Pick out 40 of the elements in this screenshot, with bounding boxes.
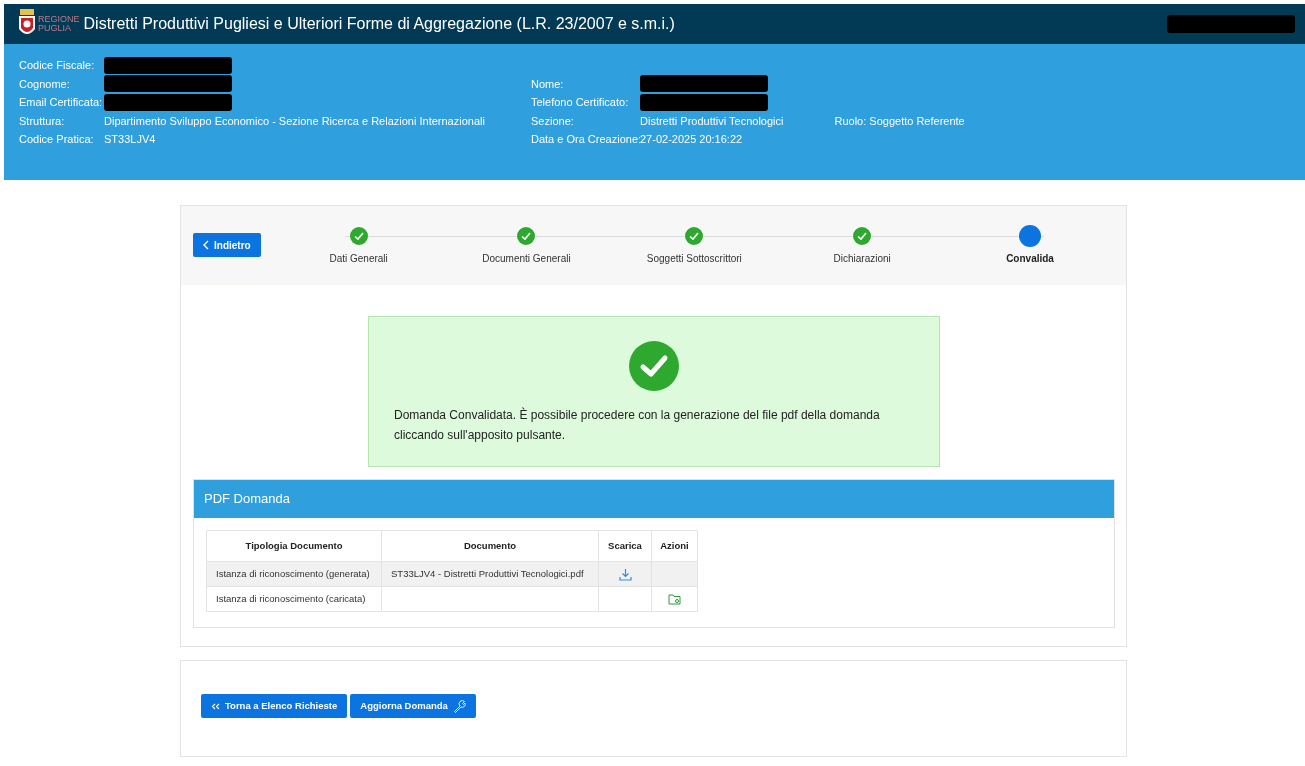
field-value: Dipartimento Sviluppo Economico - Sezione Ricerca e Relazioni Internazionali xyxy=(104,113,485,129)
action-button[interactable]: Torna a Elenco Richieste xyxy=(201,694,348,718)
field-value: Distretti Produttivi Tecnologici xyxy=(640,113,784,129)
action-button[interactable]: Aggiorna Domanda xyxy=(350,694,476,718)
field-label: Data e Ora Creazione: xyxy=(531,132,640,147)
step-label[interactable]: Convalida xyxy=(1006,251,1054,266)
back-button[interactable]: Indietro xyxy=(193,233,261,257)
download-icon[interactable] xyxy=(618,567,632,581)
field-value: ST33LJV4 xyxy=(104,132,156,147)
panel-title: PDF Domanda xyxy=(204,490,290,509)
table-cell: ST33LJV4 - Distretti Produttivi Tecnologici.pdf xyxy=(391,567,584,579)
column-header: Azioni xyxy=(651,530,698,562)
check-circle-icon xyxy=(629,341,679,391)
field-label: Cognome: xyxy=(19,76,71,92)
table-cell: Istanza di riconoscimento (generata) xyxy=(206,561,382,587)
wrench-icon xyxy=(452,699,466,713)
app-title: Distretti Produttivi Pugliesi e Ulteriori Forme di Aggregazione (L.R. 23/2007 e s.m.i.) xyxy=(83,14,675,34)
role-text: Ruolo: Soggetto Referente xyxy=(834,113,965,129)
step-label[interactable]: Dati Generali xyxy=(329,251,388,266)
field-label: Email Certificata: xyxy=(19,95,104,110)
field-label: Codice Fiscale: xyxy=(19,58,96,73)
step-label[interactable]: Dichiarazioni xyxy=(833,251,891,266)
column-header: Scarica xyxy=(598,530,652,562)
field-label: Codice Pratica: xyxy=(19,132,95,147)
field-label: Nome: xyxy=(531,76,565,92)
column-header: Tipologia Documento xyxy=(206,530,382,562)
step-label[interactable]: Documenti Generali xyxy=(482,251,571,266)
table-cell: Istanza di riconoscimento (caricata) xyxy=(206,586,382,612)
success-message: Domanda Convalidata. È possibile procedere con la generazione del file pdf della domanda cliccando sull'apposito pulsante. xyxy=(393,406,881,444)
field-value: 27-02-2025 20:16:22 xyxy=(640,132,743,147)
logo-text: PUGLIA xyxy=(38,24,72,33)
chevron-left-icon xyxy=(203,240,209,250)
double-chevron-left-icon xyxy=(211,702,220,710)
column-header: Documento xyxy=(381,530,599,562)
field-label: Telefono Certificato: xyxy=(531,95,630,110)
logo-text: REGIONE xyxy=(38,15,80,24)
folder-search-icon[interactable] xyxy=(668,593,681,605)
step-label[interactable]: Soggetti Sottoscrittori xyxy=(646,251,742,266)
field-label: Struttura: xyxy=(19,113,66,129)
field-label: Sezione: xyxy=(531,113,575,129)
